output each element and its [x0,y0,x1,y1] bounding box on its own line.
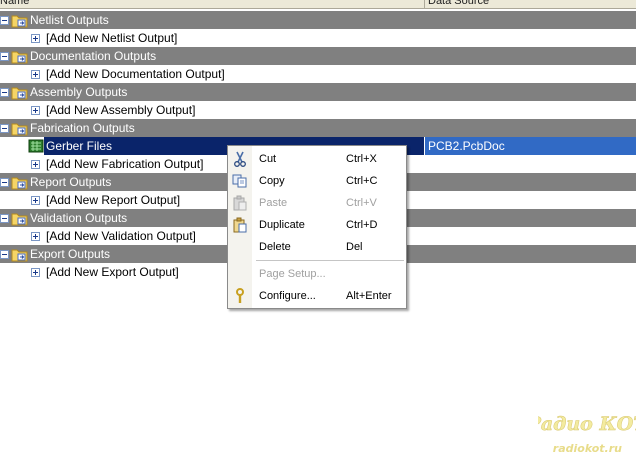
menu-item-label: Paste [259,197,288,209]
menu-item-shortcut: Ctrl+D [346,219,378,231]
collapse-icon[interactable] [0,214,9,223]
tree-item-add-netlist-output[interactable]: [Add New Netlist Output] [0,29,636,47]
context-menu: Cut Ctrl+X Copy Ctrl+C Paste Ctrl+V Dupl… [227,145,407,309]
tree-item-label: [Add New Fabrication Output] [46,157,204,171]
folder-icon [11,15,28,28]
menu-item-cut[interactable]: Cut Ctrl+X [228,148,406,170]
menu-item-shortcut: Ctrl+V [346,197,377,209]
copy-icon [232,174,247,188]
gerber-files-data-source-cell[interactable]: PCB2.PcbDoc [425,137,636,155]
tree-group-fabrication-outputs[interactable]: Fabrication Outputs [0,119,636,137]
gerber-file-icon [28,139,44,153]
paste-icon [233,195,247,211]
expand-icon[interactable] [31,160,40,169]
collapse-icon[interactable] [0,124,9,133]
expand-icon[interactable] [31,196,40,205]
tree-item-label: [Add New Documentation Output] [46,67,225,81]
expand-icon[interactable] [31,106,40,115]
collapse-icon[interactable] [0,178,9,187]
column-divider[interactable] [424,0,425,8]
scissors-icon [234,151,246,167]
tree-item-add-assembly-output[interactable]: [Add New Assembly Output] [0,101,636,119]
collapse-icon[interactable] [0,52,9,61]
tree-item-label: [Add New Netlist Output] [46,31,178,45]
watermark-title: Радио КОТ [538,413,636,435]
menu-item-shortcut: Ctrl+X [346,153,377,165]
menu-item-shortcut: Ctrl+C [346,175,378,187]
tree-group-label: Documentation Outputs [30,49,157,63]
folder-icon [11,249,28,262]
folder-icon [11,213,28,226]
data-source-value: PCB2.PcbDoc [428,139,505,153]
folder-icon [11,123,28,136]
watermark-logo: Радио КОТ radiokot.ru [525,400,636,462]
menu-item-shortcut: Alt+Enter [346,290,392,302]
expand-icon[interactable] [31,268,40,277]
expand-icon[interactable] [31,34,40,43]
tree-group-documentation-outputs[interactable]: Documentation Outputs [0,47,636,65]
collapse-icon[interactable] [0,250,9,259]
menu-item-label: Cut [259,153,277,165]
column-header: Name Data Source [0,0,636,9]
tree-item-label: Gerber Files [46,139,113,153]
tree-group-label: Export Outputs [30,247,111,261]
tree-group-label: Fabrication Outputs [30,121,135,135]
tree-group-label: Validation Outputs [30,211,128,225]
menu-item-page-setup[interactable]: Page Setup... [228,263,406,285]
folder-icon [11,87,28,100]
menu-item-label: Configure... [259,290,316,302]
tree-item-add-documentation-output[interactable]: [Add New Documentation Output] [0,65,636,83]
watermark-url: radiokot.ru [553,442,622,455]
column-header-name[interactable]: Name [0,0,29,8]
folder-icon [11,51,28,64]
collapse-icon[interactable] [0,16,9,25]
tree-group-label: Assembly Outputs [30,85,128,99]
menu-item-label: Duplicate [259,219,305,231]
menu-item-paste[interactable]: Paste Ctrl+V [228,192,406,214]
tree-group-assembly-outputs[interactable]: Assembly Outputs [0,83,636,101]
tree-group-label: Report Outputs [30,175,112,189]
menu-item-shortcut: Del [346,241,363,253]
menu-item-duplicate[interactable]: Duplicate Ctrl+D [228,214,406,236]
menu-item-label: Page Setup... [259,268,326,280]
menu-item-label: Delete [259,241,291,253]
duplicate-icon [233,217,247,233]
wrench-icon [236,288,244,303]
collapse-icon[interactable] [0,88,9,97]
folder-icon [11,177,28,190]
menu-item-label: Copy [259,175,285,187]
menu-item-delete[interactable]: Delete Del [228,236,406,258]
menu-item-configure[interactable]: Configure... Alt+Enter [228,285,406,307]
tree-item-label: [Add New Validation Output] [46,229,196,243]
expand-icon[interactable] [31,232,40,241]
menu-separator [256,260,404,261]
tree-group-netlist-outputs[interactable]: Netlist Outputs [0,11,636,29]
tree-item-label: [Add New Report Output] [46,193,181,207]
column-header-data-source[interactable]: Data Source [428,0,489,8]
tree-item-label: [Add New Assembly Output] [46,103,196,117]
expand-icon[interactable] [31,70,40,79]
menu-item-copy[interactable]: Copy Ctrl+C [228,170,406,192]
tree-group-label: Netlist Outputs [30,13,109,27]
tree-item-label: [Add New Export Output] [46,265,179,279]
